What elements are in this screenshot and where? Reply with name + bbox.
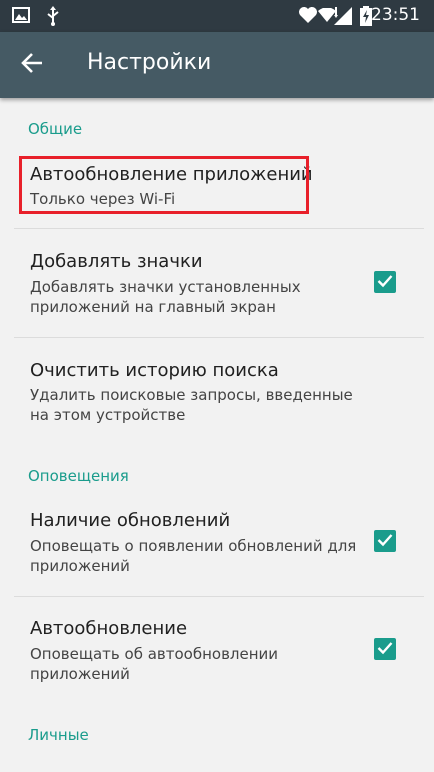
image-icon xyxy=(12,6,30,28)
pref-title: Очистить историю поиска xyxy=(30,360,279,381)
pref-title: Автообновление xyxy=(30,618,188,639)
signal-icon xyxy=(334,7,354,29)
section-header-notifications: Оповещения xyxy=(28,467,129,485)
section-header-general: Общие xyxy=(28,120,83,138)
pref-updates-available[interactable]: Наличие обновлений Оповещать о появлении… xyxy=(0,488,434,596)
pref-auto-update-notification[interactable]: Автообновление Оповещать об автообновлен… xyxy=(0,597,434,705)
highlight-box xyxy=(19,156,309,214)
usb-icon xyxy=(46,6,60,30)
pref-summary: Оповещать о появлении обновлений для при… xyxy=(30,537,357,575)
add-icons-checkbox[interactable] xyxy=(374,271,396,293)
status-time: 23:51 xyxy=(371,5,420,25)
checkmark-icon xyxy=(377,273,393,292)
app-bar: Настройки xyxy=(0,32,434,98)
page-title: Настройки xyxy=(87,50,212,75)
pref-summary: Удалить поисковые запросы, введенные на … xyxy=(30,386,353,424)
pref-summary: Добавлять значки установленных приложени… xyxy=(30,278,301,316)
back-button[interactable] xyxy=(14,47,50,83)
arrow-left-icon xyxy=(21,53,43,77)
pref-title: Добавлять значки xyxy=(30,251,203,272)
pref-title: Наличие обновлений xyxy=(30,510,231,531)
updates-available-checkbox[interactable] xyxy=(374,530,396,552)
heart-icon xyxy=(298,6,318,28)
pref-summary: Оповещать об автообновлении приложений xyxy=(30,645,279,683)
auto-update-checkbox[interactable] xyxy=(374,638,396,660)
section-header-personal: Личные xyxy=(28,726,89,744)
checkmark-icon xyxy=(377,532,393,551)
status-bar: 23:51 xyxy=(0,0,434,32)
pref-clear-search-history[interactable]: Очистить историю поиска Удалить поисковы… xyxy=(0,338,434,448)
checkmark-icon xyxy=(377,640,393,659)
pref-add-icons[interactable]: Добавлять значки Добавлять значки устано… xyxy=(0,229,434,337)
